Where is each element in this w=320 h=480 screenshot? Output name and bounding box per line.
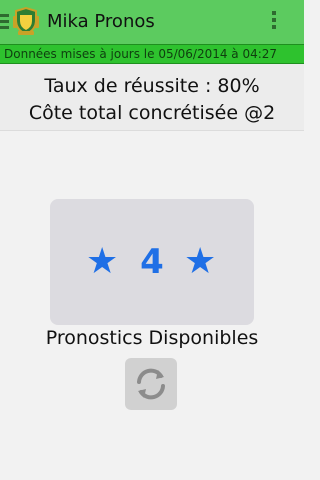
- star-icon: ★: [184, 241, 217, 282]
- refresh-button[interactable]: [125, 358, 177, 410]
- hamburger-icon[interactable]: [0, 11, 9, 31]
- pronostics-available-label: Pronostics Disponibles: [45, 327, 259, 349]
- crest-logo[interactable]: [12, 6, 40, 36]
- stats-panel: Taux de réussite : 80% Côte total concré…: [0, 64, 304, 131]
- update-status-text: Données mises à jours le 05/06/2014 à 04…: [4, 47, 278, 61]
- refresh-icon: [137, 368, 165, 400]
- vertical-dots-icon[interactable]: [272, 11, 276, 31]
- total-odds-text: Côte total concrétisée @2: [28, 102, 276, 124]
- update-status-bar: Données mises à jours le 05/06/2014 à 04…: [0, 44, 304, 64]
- pronostics-card[interactable]: ★ 4 ★: [50, 199, 254, 325]
- pronostics-count: 4: [140, 242, 164, 282]
- app-title: Mika Pronos: [47, 11, 155, 32]
- success-rate-text: Taux de réussite : 80%: [44, 75, 260, 97]
- app-bar: Mika Pronos: [0, 0, 304, 44]
